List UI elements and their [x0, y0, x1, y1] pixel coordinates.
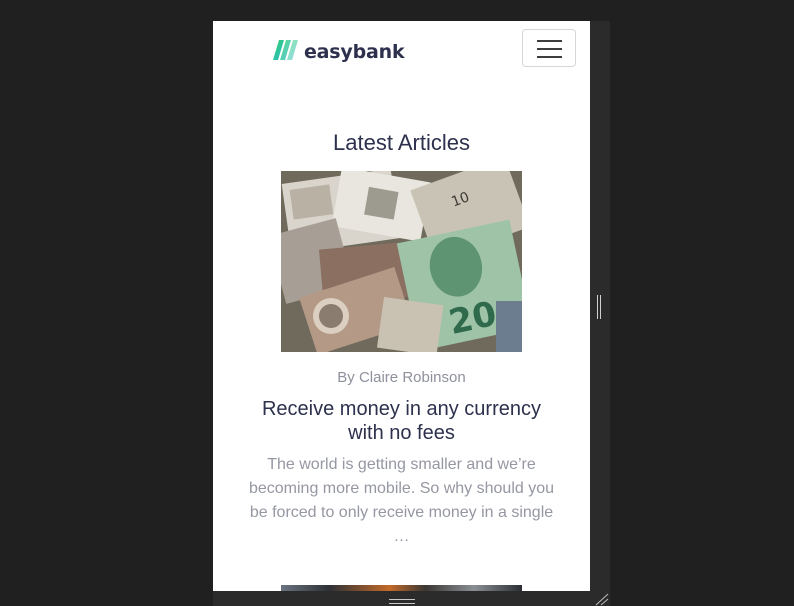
- section-title: Latest Articles: [333, 130, 470, 155]
- article-excerpt: The world is getting smaller and we’re b…: [248, 456, 555, 545]
- page-viewport: easybank Latest Articles 10 20 By Claire…: [213, 21, 590, 591]
- resize-corner-icon: [595, 593, 609, 606]
- devtools-stage: easybank Latest Articles 10 20 By Claire…: [0, 0, 794, 606]
- article-title[interactable]: Receive money in any currency with no fe…: [251, 397, 552, 445]
- responsive-viewport-frame: easybank Latest Articles 10 20 By Claire…: [213, 21, 610, 606]
- grip-icon: [597, 295, 601, 319]
- viewport-resize-handle-right[interactable]: [590, 21, 610, 606]
- easybank-logo[interactable]: easybank: [273, 40, 405, 64]
- grip-icon: [389, 599, 415, 604]
- article-image[interactable]: 10 20: [281, 171, 522, 352]
- hamburger-menu-button[interactable]: [522, 29, 576, 67]
- logo-text: easybank: [304, 41, 405, 63]
- viewport-resize-handle-bottom[interactable]: [213, 591, 590, 606]
- article-author: By Claire Robinson: [337, 369, 466, 386]
- viewport-resize-corner[interactable]: [590, 591, 610, 606]
- logo-mark-icon: [273, 40, 299, 64]
